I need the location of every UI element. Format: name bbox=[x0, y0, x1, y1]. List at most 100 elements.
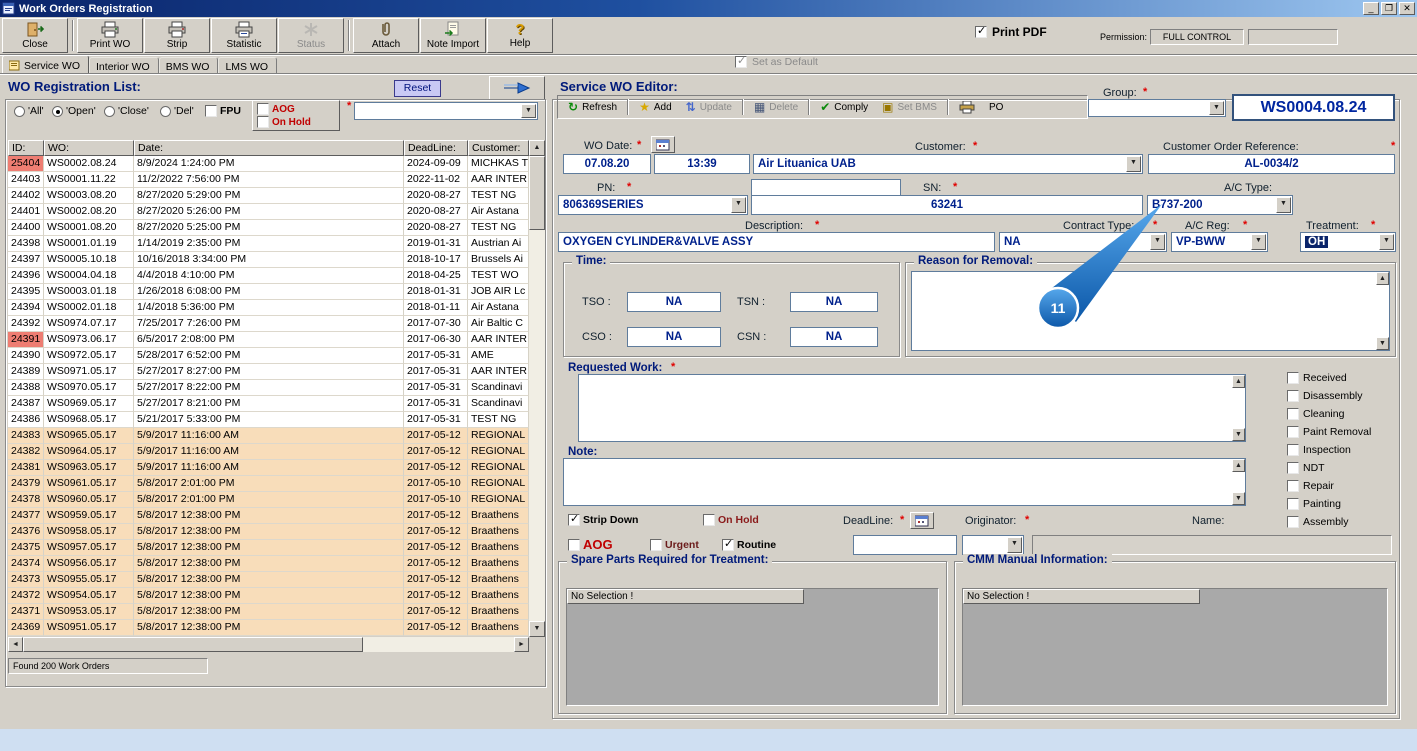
close-window-button[interactable] bbox=[1399, 2, 1415, 15]
table-row[interactable]: 24401 WS0002.08.20 8/27/2020 5:26:00 PM 202… bbox=[8, 204, 545, 220]
requested-work-textarea[interactable] bbox=[578, 374, 1246, 442]
table-row[interactable]: 24402 WS0003.08.20 8/27/2020 5:29:00 PM 202… bbox=[8, 188, 545, 204]
filter-fpu-checkbox[interactable]: FPU bbox=[205, 105, 241, 117]
table-row[interactable]: 24386 WS0968.05.17 5/21/2017 5:33:00 PM 201… bbox=[8, 412, 545, 428]
tsn-field[interactable]: NA bbox=[790, 292, 878, 312]
strip-down-checkbox[interactable]: Strip Down bbox=[568, 512, 638, 526]
po-button[interactable]: PO bbox=[983, 100, 1009, 115]
reset-button[interactable]: Reset bbox=[394, 80, 441, 97]
chevron-down-icon[interactable] bbox=[1276, 197, 1291, 213]
chevron-down-icon[interactable] bbox=[521, 104, 536, 118]
chevron-down-icon[interactable] bbox=[1150, 234, 1165, 250]
scroll-up-button[interactable] bbox=[1232, 459, 1245, 472]
tab-service-wo[interactable]: Service WO bbox=[2, 55, 90, 74]
checkbox-repair[interactable]: Repair bbox=[1287, 480, 1334, 492]
chevron-down-icon[interactable] bbox=[1209, 101, 1224, 115]
column-header-deadline[interactable]: DeadLine: bbox=[404, 140, 468, 156]
originator-combobox[interactable] bbox=[962, 535, 1024, 555]
table-row[interactable]: 24378 WS0960.05.17 5/8/2017 2:01:00 PM 2017… bbox=[8, 492, 545, 508]
tso-field[interactable]: NA bbox=[627, 292, 721, 312]
chevron-down-icon[interactable] bbox=[1126, 156, 1141, 172]
cmm-list[interactable] bbox=[962, 588, 1388, 706]
routine-checkbox[interactable]: Routine bbox=[722, 537, 776, 551]
po-print-button[interactable] bbox=[953, 99, 981, 116]
scroll-left-button[interactable]: ◄ bbox=[8, 637, 23, 652]
checkbox-paint-removal[interactable]: Paint Removal bbox=[1287, 426, 1371, 438]
reason-textarea[interactable] bbox=[911, 271, 1390, 351]
checkbox-painting[interactable]: Painting bbox=[1287, 498, 1341, 510]
scroll-down-button[interactable] bbox=[1376, 337, 1389, 350]
scroll-up-button[interactable]: ▲ bbox=[529, 140, 545, 156]
table-row[interactable]: 24372 WS0954.05.17 5/8/2017 12:38:00 PM 201… bbox=[8, 588, 545, 604]
column-header-id[interactable]: ID: bbox=[8, 140, 44, 156]
wo-time-field[interactable]: 13:39 bbox=[654, 154, 750, 174]
h-scrollbar-thumb[interactable] bbox=[23, 637, 363, 652]
checkbox-disassembly[interactable]: Disassembly bbox=[1287, 390, 1363, 402]
table-row[interactable]: 25404 WS0002.08.24 8/9/2024 1:24:00 PM 2024… bbox=[8, 156, 545, 172]
table-row[interactable]: 24398 WS0001.01.19 1/14/2019 2:35:00 PM 201… bbox=[8, 236, 545, 252]
checkbox-cleaning[interactable]: Cleaning bbox=[1287, 408, 1344, 420]
actype-combobox[interactable]: B737-200 bbox=[1147, 195, 1293, 215]
print-pdf-option[interactable]: Print PDF bbox=[975, 24, 1047, 39]
scroll-down-button[interactable] bbox=[1232, 428, 1245, 441]
column-header-date[interactable]: Date: bbox=[134, 140, 404, 156]
table-row[interactable]: 24392 WS0974.07.17 7/25/2017 7:26:00 PM 201… bbox=[8, 316, 545, 332]
maximize-button[interactable] bbox=[1381, 2, 1397, 15]
tab-bms-wo[interactable]: BMS WO bbox=[158, 57, 219, 74]
print-pdf-checkbox[interactable] bbox=[975, 24, 987, 38]
table-row[interactable]: 24389 WS0971.05.17 5/27/2017 8:27:00 PM 201… bbox=[8, 364, 545, 380]
filter-radio-all[interactable]: 'All' bbox=[14, 105, 44, 117]
table-row[interactable]: 24400 WS0001.08.20 8/27/2020 5:25:00 PM 202… bbox=[8, 220, 545, 236]
contract-type-combobox[interactable]: NA bbox=[999, 232, 1167, 252]
statistic-button[interactable]: Statistic bbox=[211, 18, 277, 53]
table-row[interactable]: 24373 WS0955.05.17 5/8/2017 12:38:00 PM 201… bbox=[8, 572, 545, 588]
tab-lms-wo[interactable]: LMS WO bbox=[218, 57, 278, 74]
customer-order-reference-field[interactable]: AL-0034/2 bbox=[1148, 154, 1395, 174]
table-row[interactable]: 24394 WS0002.01.18 1/4/2018 5:36:00 PM 2018… bbox=[8, 300, 545, 316]
table-row[interactable]: 24397 WS0005.10.18 10/16/2018 3:34:00 PM 20… bbox=[8, 252, 545, 268]
note-textarea[interactable] bbox=[563, 458, 1246, 506]
go-arrow-button[interactable] bbox=[489, 76, 545, 100]
checkbox-received[interactable]: Received bbox=[1287, 372, 1347, 384]
csn-field[interactable]: NA bbox=[790, 327, 878, 347]
chevron-down-icon[interactable] bbox=[1007, 537, 1022, 553]
comply-button[interactable]: ✔ Comply bbox=[814, 99, 874, 115]
table-row[interactable]: 24379 WS0961.05.17 5/8/2017 2:01:00 PM 2017… bbox=[8, 476, 545, 492]
scroll-up-button[interactable] bbox=[1232, 375, 1245, 388]
table-row[interactable]: 24374 WS0956.05.17 5/8/2017 12:38:00 PM 201… bbox=[8, 556, 545, 572]
aog-checkbox[interactable]: AOG bbox=[568, 537, 613, 552]
table-row[interactable]: 24376 WS0958.05.17 5/8/2017 12:38:00 PM 201… bbox=[8, 524, 545, 540]
wo-date-field[interactable]: 07.08.20 bbox=[563, 154, 651, 174]
table-row[interactable]: 24369 WS0951.05.17 5/8/2017 12:38:00 PM 201… bbox=[8, 620, 545, 636]
table-row[interactable]: 24390 WS0972.05.17 5/28/2017 6:52:00 PM 201… bbox=[8, 348, 545, 364]
customer-filter-combobox[interactable] bbox=[354, 102, 538, 120]
checkbox-inspection[interactable]: Inspection bbox=[1287, 444, 1351, 456]
scroll-down-button[interactable]: ▼ bbox=[529, 621, 545, 637]
sn-field[interactable]: 63241 bbox=[751, 195, 1143, 215]
name-field[interactable] bbox=[1032, 535, 1392, 555]
table-row[interactable]: 24371 WS0953.05.17 5/8/2017 12:38:00 PM 201… bbox=[8, 604, 545, 620]
refresh-button[interactable]: ↻ Refresh bbox=[562, 99, 623, 115]
table-row[interactable]: 24396 WS0004.04.18 4/4/2018 4:10:00 PM 2018… bbox=[8, 268, 545, 284]
on-hold-checkbox[interactable]: On Hold bbox=[703, 514, 759, 526]
strip-button[interactable]: Strip bbox=[144, 18, 210, 53]
v-scrollbar-thumb[interactable] bbox=[529, 156, 545, 230]
table-row[interactable]: 24377 WS0959.05.17 5/8/2017 12:38:00 PM 201… bbox=[8, 508, 545, 524]
filter-radio-del[interactable]: 'Del' bbox=[160, 105, 194, 117]
urgent-checkbox[interactable]: Urgent bbox=[650, 539, 699, 551]
table-row[interactable]: 24383 WS0965.05.17 5/9/2017 11:16:00 AM 201… bbox=[8, 428, 545, 444]
column-header-wo[interactable]: WO: bbox=[44, 140, 134, 156]
scroll-up-button[interactable] bbox=[1376, 272, 1389, 285]
close-button[interactable]: Close bbox=[2, 18, 68, 53]
filter-radio-open[interactable]: 'Open' bbox=[52, 105, 96, 117]
filter-on-hold-checkbox[interactable]: On Hold bbox=[257, 116, 311, 128]
table-row[interactable]: 24382 WS0964.05.17 5/9/2017 11:16:00 AM 201… bbox=[8, 444, 545, 460]
deadline-calendar-button[interactable] bbox=[910, 512, 934, 529]
spare-parts-list[interactable] bbox=[566, 588, 939, 706]
table-row[interactable]: 24403 WS0001.11.22 11/2/2022 7:56:00 PM 202… bbox=[8, 172, 545, 188]
treatment-combobox[interactable]: OH bbox=[1300, 232, 1396, 252]
description-field[interactable]: OXYGEN CYLINDER&VALVE ASSY bbox=[558, 232, 995, 252]
customer-combobox[interactable]: Air Lituanica UAB bbox=[753, 154, 1143, 174]
scroll-right-button[interactable]: ► bbox=[514, 637, 529, 652]
filter-aog-checkbox[interactable]: AOG bbox=[257, 103, 295, 115]
